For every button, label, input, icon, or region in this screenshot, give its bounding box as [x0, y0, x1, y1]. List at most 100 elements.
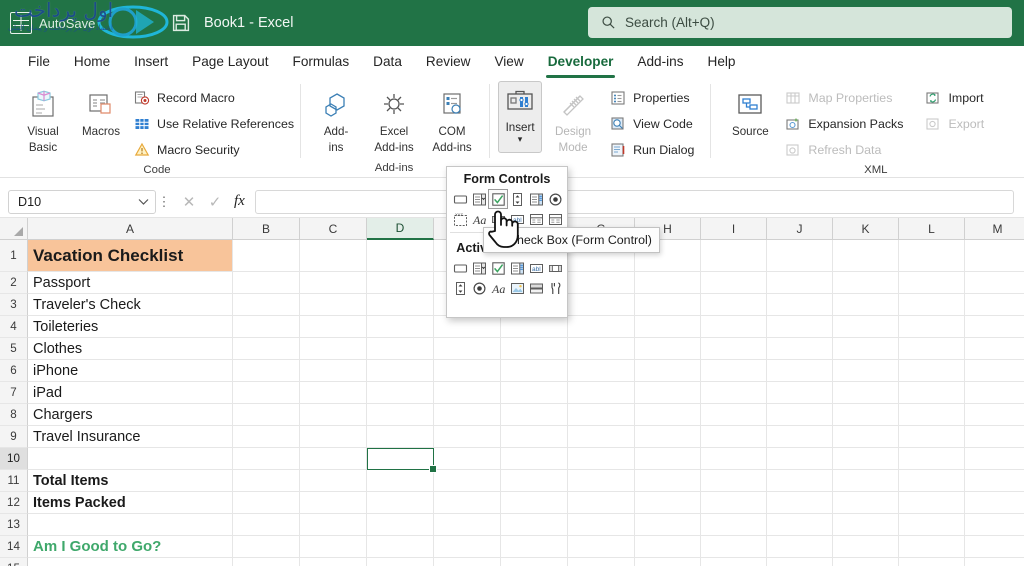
row-header-4[interactable]: 4: [0, 316, 28, 338]
cell-A5[interactable]: Clothes: [28, 338, 232, 359]
column-header-K[interactable]: K: [833, 218, 899, 240]
row-header-14[interactable]: 14: [0, 536, 28, 558]
insert-controls-button[interactable]: Insert ▾: [498, 81, 542, 153]
use-relative-references-button[interactable]: Use Relative References: [130, 112, 300, 136]
com-add-ins-button[interactable]: COM Add-ins: [423, 80, 481, 154]
view-code-button[interactable]: View Code: [606, 112, 700, 136]
list-box-control-icon[interactable]: [527, 190, 545, 208]
row-header-2[interactable]: 2: [0, 272, 28, 294]
column-header-A[interactable]: A: [28, 218, 233, 240]
column-header-B[interactable]: B: [233, 218, 300, 240]
row-header-1[interactable]: 1: [0, 240, 28, 272]
select-all-corner[interactable]: [0, 218, 28, 240]
row-header-5[interactable]: 5: [0, 338, 28, 360]
activex-check-box-icon[interactable]: [489, 259, 507, 277]
macros-button[interactable]: Macros: [72, 80, 130, 138]
chevron-down-icon[interactable]: ▾: [518, 135, 523, 144]
insert-function-icon[interactable]: fx: [234, 193, 245, 210]
tab-view[interactable]: View: [482, 51, 535, 73]
column-header-C[interactable]: C: [300, 218, 367, 240]
cell-A4[interactable]: Toileteries: [28, 316, 232, 337]
tab-add-ins[interactable]: Add-ins: [625, 51, 695, 73]
cell-A8[interactable]: Chargers: [28, 404, 232, 425]
activex-scroll-bar-icon[interactable]: [546, 259, 564, 277]
combo-box-control-icon[interactable]: [470, 190, 488, 208]
row-header-12[interactable]: 12: [0, 492, 28, 514]
export-button[interactable]: Export: [921, 112, 990, 136]
confirm-icon[interactable]: ✓: [208, 193, 222, 211]
tab-page-layout[interactable]: Page Layout: [180, 51, 280, 73]
name-box-more-icon[interactable]: ⋮: [156, 194, 172, 210]
cell-A1[interactable]: Vacation Checklist: [28, 240, 232, 271]
cell-A3[interactable]: Traveler's Check: [28, 294, 232, 315]
properties-button[interactable]: Properties: [606, 86, 700, 110]
tab-insert[interactable]: Insert: [122, 51, 180, 73]
spin-button-control-icon[interactable]: [508, 190, 526, 208]
cell-A6[interactable]: iPhone: [28, 360, 232, 381]
name-box[interactable]: D10: [8, 190, 156, 214]
label-control-icon[interactable]: Aa: [470, 210, 488, 228]
tab-file[interactable]: File: [16, 51, 62, 73]
autosave-toggle[interactable]: AutoSave: [10, 7, 156, 39]
excel-add-ins-button[interactable]: Excel Add-ins: [365, 80, 423, 154]
row-header-6[interactable]: 6: [0, 360, 28, 382]
search-input[interactable]: Search (Alt+Q): [588, 7, 1012, 38]
scroll-bar-control-icon[interactable]: [489, 210, 507, 228]
map-properties-button[interactable]: Map Properties: [781, 86, 909, 110]
expansion-packs-button[interactable]: Expansion Packs: [781, 112, 909, 136]
cell-A12[interactable]: Items Packed: [28, 492, 232, 513]
combo-list-edit-control-icon[interactable]: [527, 210, 545, 228]
tab-formulas[interactable]: Formulas: [281, 51, 362, 73]
tab-help[interactable]: Help: [696, 51, 748, 73]
column-header-L[interactable]: L: [899, 218, 965, 240]
tab-data[interactable]: Data: [361, 51, 414, 73]
row-header-13[interactable]: 13: [0, 514, 28, 536]
cell-A9[interactable]: Travel Insurance: [28, 426, 232, 447]
combo-drop-down-control-icon[interactable]: [546, 210, 564, 228]
activex-combo-box-icon[interactable]: [470, 259, 488, 277]
activex-list-box-icon[interactable]: [508, 259, 526, 277]
cell-A14[interactable]: Am I Good to Go?: [28, 536, 232, 557]
design-mode-button[interactable]: Design Mode: [544, 80, 602, 154]
check-box-control-icon[interactable]: [489, 190, 507, 208]
visual-basic-button[interactable]: Visual Basic: [14, 80, 72, 154]
activex-image-icon[interactable]: [508, 279, 526, 297]
row-header-15[interactable]: 15: [0, 558, 28, 566]
column-header-I[interactable]: I: [701, 218, 767, 240]
xml-source-button[interactable]: Source: [721, 80, 779, 138]
activex-toggle-button-icon[interactable]: [527, 279, 545, 297]
cell-A2[interactable]: Passport: [28, 272, 232, 293]
activex-command-button-icon[interactable]: [451, 259, 469, 277]
column-header-J[interactable]: J: [767, 218, 833, 240]
activex-option-button-icon[interactable]: [470, 279, 488, 297]
column-header-M[interactable]: M: [965, 218, 1024, 240]
row-header-7[interactable]: 7: [0, 382, 28, 404]
activex-label-icon[interactable]: Aa: [489, 279, 507, 297]
import-button[interactable]: Import: [921, 86, 990, 110]
save-icon[interactable]: [170, 12, 192, 34]
chevron-down-icon[interactable]: [138, 198, 149, 206]
group-box-control-icon[interactable]: XYZ: [451, 210, 469, 228]
row-header-10[interactable]: 10: [0, 448, 28, 470]
activex-more-controls-icon[interactable]: [546, 279, 564, 297]
button-control-icon[interactable]: [451, 190, 469, 208]
cell-A7[interactable]: iPad: [28, 382, 232, 403]
activex-spin-button-icon[interactable]: [451, 279, 469, 297]
activex-text-box-icon[interactable]: abl: [527, 259, 545, 277]
macro-security-button[interactable]: Macro Security: [130, 138, 300, 162]
row-header-11[interactable]: 11: [0, 470, 28, 492]
tab-review[interactable]: Review: [414, 51, 483, 73]
run-dialog-button[interactable]: Run Dialog: [606, 138, 700, 162]
row-header-9[interactable]: 9: [0, 426, 28, 448]
column-header-D[interactable]: D: [367, 218, 434, 240]
formula-input[interactable]: [255, 190, 1014, 214]
option-button-control-icon[interactable]: [546, 190, 564, 208]
refresh-data-button[interactable]: Refresh Data: [781, 138, 909, 162]
add-ins-button[interactable]: Add- ins: [307, 80, 365, 154]
record-macro-button[interactable]: Record Macro: [130, 86, 300, 110]
row-header-8[interactable]: 8: [0, 404, 28, 426]
cancel-icon[interactable]: ✕: [182, 193, 196, 211]
cell-A11[interactable]: Total Items: [28, 470, 232, 491]
row-header-3[interactable]: 3: [0, 294, 28, 316]
tab-home[interactable]: Home: [62, 51, 122, 73]
